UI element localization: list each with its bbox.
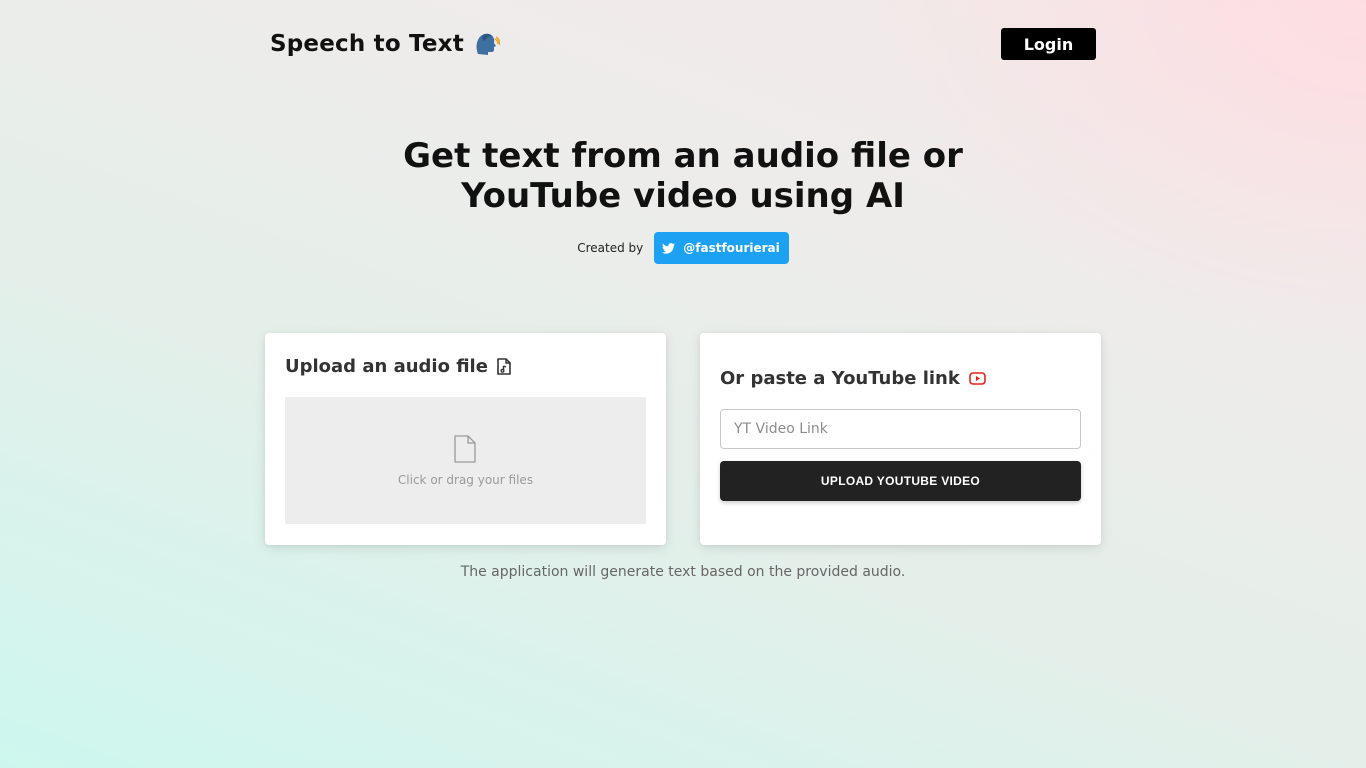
brand-title: Speech to Text xyxy=(270,31,464,57)
hero-title-line-1: Get text from an audio file or xyxy=(403,136,963,176)
hero-title: Get text from an audio file or YouTube v… xyxy=(340,136,1026,216)
footer-note: The application will generate text based… xyxy=(460,564,906,580)
brand[interactable]: Speech to Text xyxy=(270,28,501,60)
youtube-card-title-text: Or paste a YouTube link xyxy=(720,368,960,389)
login-button[interactable]: Login xyxy=(1001,28,1096,60)
hero-title-line-2: YouTube video using AI xyxy=(461,176,905,216)
youtube-card-title: Or paste a YouTube link xyxy=(720,368,986,389)
upload-youtube-video-button[interactable]: UPLOAD YOUTUBE VIDEO xyxy=(720,461,1081,501)
upload-card-title: Upload an audio file xyxy=(285,356,511,377)
youtube-card: Or paste a YouTube link UPLOAD YOUTUBE V… xyxy=(700,333,1101,545)
file-icon xyxy=(454,435,476,463)
twitter-bird-icon xyxy=(662,242,676,254)
twitter-handle-button[interactable]: @fastfourierai xyxy=(654,232,789,264)
upload-card-title-text: Upload an audio file xyxy=(285,356,488,377)
dropzone-text: Click or drag your files xyxy=(397,473,534,487)
audio-file-icon xyxy=(497,358,511,375)
top-header: Speech to Text Login xyxy=(270,28,1096,60)
speaking-head-icon xyxy=(472,30,501,58)
youtube-icon xyxy=(969,372,986,385)
file-dropzone[interactable]: Click or drag your files xyxy=(285,397,646,524)
youtube-link-input[interactable] xyxy=(720,409,1081,449)
twitter-handle-label: @fastfourierai xyxy=(683,241,780,255)
created-by-label: Created by xyxy=(577,241,644,255)
creator-credit: Created by @fastfourierai xyxy=(0,232,1366,264)
upload-card: Upload an audio file Click or drag your … xyxy=(265,333,666,545)
